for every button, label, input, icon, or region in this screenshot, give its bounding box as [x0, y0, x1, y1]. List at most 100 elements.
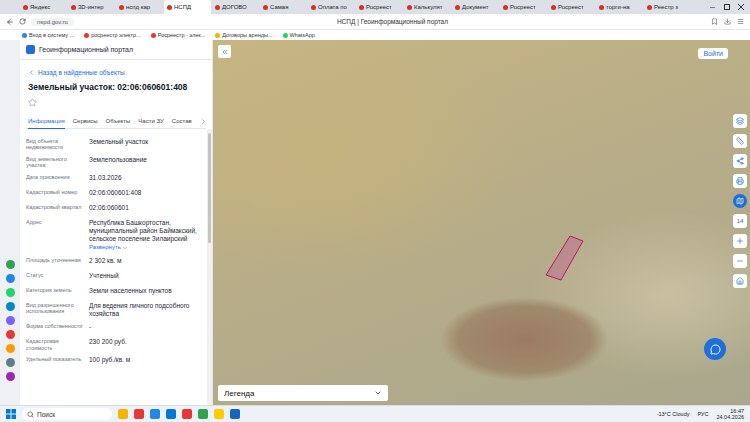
- favicon-icon: [119, 5, 124, 10]
- tab-label: НСПД: [174, 4, 191, 10]
- ruler-button[interactable]: [733, 134, 747, 148]
- reload-icon[interactable]: [19, 18, 26, 25]
- share-button[interactable]: [733, 154, 747, 168]
- bookmark-item[interactable]: Росреестр - элек...: [151, 32, 206, 38]
- clock[interactable]: 16:4724.04.2026: [716, 408, 744, 420]
- bookmarks-bar: Вход в систему ... росреестр электр... Рос…: [0, 30, 750, 40]
- sidebar-app-icon[interactable]: [6, 274, 15, 283]
- language[interactable]: РУС: [697, 411, 708, 417]
- panel-tab[interactable]: Сервисы: [73, 115, 98, 129]
- sidebar-app-icon[interactable]: [6, 358, 15, 367]
- taskbar-app-icon[interactable]: [166, 409, 176, 419]
- scroll-thumb[interactable]: [208, 133, 211, 243]
- browser-tab[interactable]: Самая: [260, 0, 307, 14]
- taskbar-app-icon[interactable]: [150, 409, 160, 419]
- taskbar-app-icon[interactable]: [198, 409, 208, 419]
- field-row: Категория земельЗемли населенных пунктов: [26, 284, 203, 299]
- star-icon[interactable]: [28, 98, 37, 107]
- expand-link[interactable]: Развернуть: [89, 244, 203, 252]
- bookmark-item[interactable]: росреестр электр...: [84, 32, 140, 38]
- zoom-in-button[interactable]: [733, 234, 747, 248]
- login-button[interactable]: Войти: [698, 48, 728, 59]
- sidebar-app-icon[interactable]: [6, 260, 15, 269]
- field-row: Кадастровый квартал02:06:060601: [26, 201, 203, 216]
- sidebar-app-icon[interactable]: [6, 316, 15, 325]
- field-value: Учтенный: [89, 272, 203, 282]
- taskbar-app-icon[interactable]: [214, 409, 224, 419]
- legend-bar[interactable]: Легенда: [218, 385, 388, 401]
- map-controls: 14: [733, 114, 747, 288]
- sidebar-app-icon[interactable]: [6, 344, 15, 353]
- taskbar-app-icon[interactable]: [230, 409, 240, 419]
- tabs-scroll[interactable]: [200, 118, 207, 128]
- browser-tab[interactable]: Калькулят: [404, 0, 451, 14]
- field-row: Форма собственности-: [26, 321, 203, 336]
- browser-tab[interactable]: Росреест: [356, 0, 403, 14]
- taskbar-app-icon[interactable]: [134, 409, 144, 419]
- print-button[interactable]: [733, 174, 747, 188]
- browser-tab[interactable]: ДОГОВО: [212, 0, 259, 14]
- weather[interactable]: -13°C Cloudy: [657, 411, 690, 417]
- favicon-icon: [263, 5, 268, 10]
- browser-tab[interactable]: Росреест: [500, 0, 547, 14]
- parcel-outline[interactable]: [545, 235, 585, 281]
- browser-tab[interactable]: НСПД: [164, 0, 211, 14]
- fields-area: Вид объекта недвижимостиЗемельный участо…: [20, 129, 212, 405]
- bookmark-favicon-icon: [84, 33, 89, 38]
- browser-tab[interactable]: Реестр з: [644, 0, 691, 14]
- panel-tab[interactable]: Состав: [172, 115, 192, 129]
- scrollbar[interactable]: [207, 129, 212, 405]
- browser-tab[interactable]: Яндекс: [20, 0, 67, 14]
- collapse-panel-button[interactable]: [218, 45, 231, 58]
- field-label: Вид объекта недвижимости: [26, 138, 84, 151]
- field-row: Кадастровый номер02:06:060601:408: [26, 186, 203, 201]
- layers-button[interactable]: [733, 114, 747, 128]
- bookmark-item[interactable]: WhatsApp: [283, 32, 315, 38]
- basemap-button[interactable]: [733, 194, 747, 208]
- browser-tab[interactable]: нспд кар: [116, 0, 163, 14]
- favicon-icon: [359, 5, 364, 10]
- browser-tab[interactable]: Росреест: [548, 0, 595, 14]
- minus-icon: [736, 257, 744, 265]
- bookmark-icon[interactable]: [711, 18, 718, 25]
- main-area: Геоинформационный портал Назад в найденны…: [0, 40, 750, 405]
- bookmark-item[interactable]: Договоры аренды...: [215, 32, 272, 38]
- portal-logo-icon[interactable]: [26, 45, 35, 54]
- browser-tab[interactable]: Документ: [452, 0, 499, 14]
- download-icon[interactable]: [724, 18, 731, 25]
- taskbar-search[interactable]: Поиск: [22, 408, 112, 420]
- browser-tab[interactable]: Оплата по: [308, 0, 355, 14]
- back-icon[interactable]: [6, 18, 14, 26]
- sidebar-app-icon[interactable]: [6, 288, 15, 297]
- chat-button[interactable]: [704, 338, 726, 360]
- zoom-out-button[interactable]: [733, 254, 747, 268]
- map-icon: [736, 197, 744, 205]
- back-link[interactable]: Назад в найденные объекты: [20, 60, 212, 76]
- browser-tab[interactable]: торги-на: [596, 0, 643, 14]
- bookmark-item[interactable]: Вход в систему ...: [22, 32, 74, 38]
- field-value: 100 руб./кв. м: [89, 356, 203, 366]
- taskbar-app-icon[interactable]: [182, 409, 192, 419]
- portal-title: Геоинформационный портал: [39, 46, 133, 53]
- taskbar: Поиск -13°C Cloudy РУС 16:4724.04.2026: [0, 405, 750, 422]
- minimize-icon[interactable]: [709, 4, 716, 11]
- panel-tab[interactable]: Объекты: [106, 115, 131, 129]
- tab-label: Росреест: [510, 4, 536, 10]
- field-value: 02:06:060601:408: [89, 189, 203, 199]
- close-icon[interactable]: [738, 4, 744, 10]
- panel-tab[interactable]: Информация: [28, 115, 65, 129]
- map[interactable]: Войти 14 Легенда: [213, 40, 750, 405]
- sidebar-app-icon[interactable]: [6, 302, 15, 311]
- field-label: Кадастровая стоимость: [26, 338, 84, 351]
- panel-tab[interactable]: Части ЗУ: [138, 115, 163, 129]
- windows-icon[interactable]: [6, 409, 16, 419]
- url-field[interactable]: nspd.gov.ru: [31, 18, 74, 26]
- sidebar-app-icon[interactable]: [6, 372, 15, 381]
- maximize-icon[interactable]: [724, 4, 730, 10]
- sidebar-app-icon[interactable]: [6, 330, 15, 339]
- home-button[interactable]: [733, 274, 747, 288]
- menu-icon[interactable]: [737, 18, 744, 25]
- taskbar-app-icon[interactable]: [118, 409, 128, 419]
- browser-tab[interactable]: 3D-интер: [68, 0, 115, 14]
- favicon-icon: [455, 5, 460, 10]
